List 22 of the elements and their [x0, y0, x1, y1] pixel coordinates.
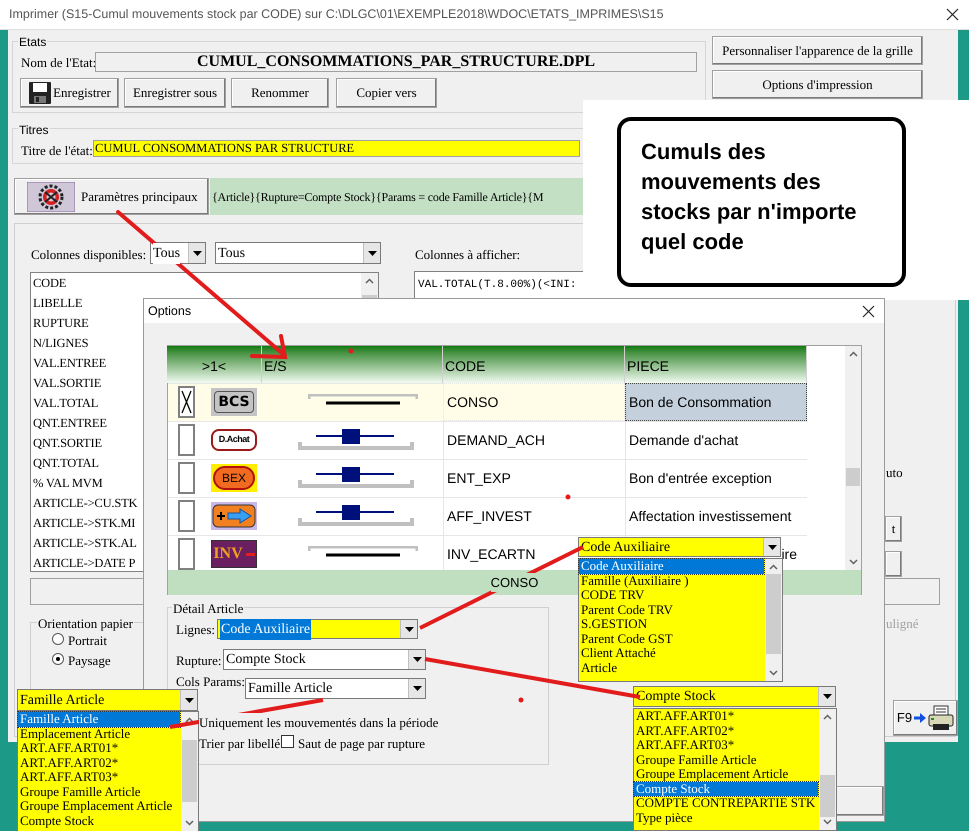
callout-text: Cumuls des mouvements des stocks par n'importe quel code	[641, 138, 858, 256]
field-label: Rupture:	[176, 652, 222, 670]
window-title: Imprimer (S15-Cumul mouvements stock par CODE) sur C:\DLGC\01\EXEMPLE2018\WDOC\ETATS_IMPRIMES\S15	[9, 6, 664, 24]
type-badge: INV	[211, 540, 257, 568]
field-label: Titre de l'état:	[21, 142, 93, 160]
radio-label: Portrait	[68, 632, 107, 650]
checkbox-label: Uniquement les mouvementés dans la période	[199, 713, 438, 732]
field-label: Nom de l'Etat:	[21, 54, 96, 72]
type-badge: BCS	[211, 388, 257, 416]
type-badge: BEX	[211, 464, 257, 492]
option-label: uto	[886, 464, 903, 482]
dialog-title: Options	[148, 302, 192, 320]
field-label: Cols Params:	[176, 673, 245, 691]
field-label: Colonnes à afficher:	[415, 246, 520, 264]
table-cell: Bon de Consommation	[625, 383, 807, 421]
radio-label: Paysage	[68, 652, 111, 670]
field-label: Lignes:	[176, 621, 215, 639]
parameters-summary: {Article}{Rupture=Compte Stock}{Params = code Famille Article}{M	[210, 178, 583, 215]
type-badge: D.Achat	[211, 429, 257, 451]
option-label: uligné	[886, 615, 918, 633]
field-label: Colonnes disponibles:	[31, 246, 146, 264]
table-cell: CONSO	[443, 383, 625, 421]
